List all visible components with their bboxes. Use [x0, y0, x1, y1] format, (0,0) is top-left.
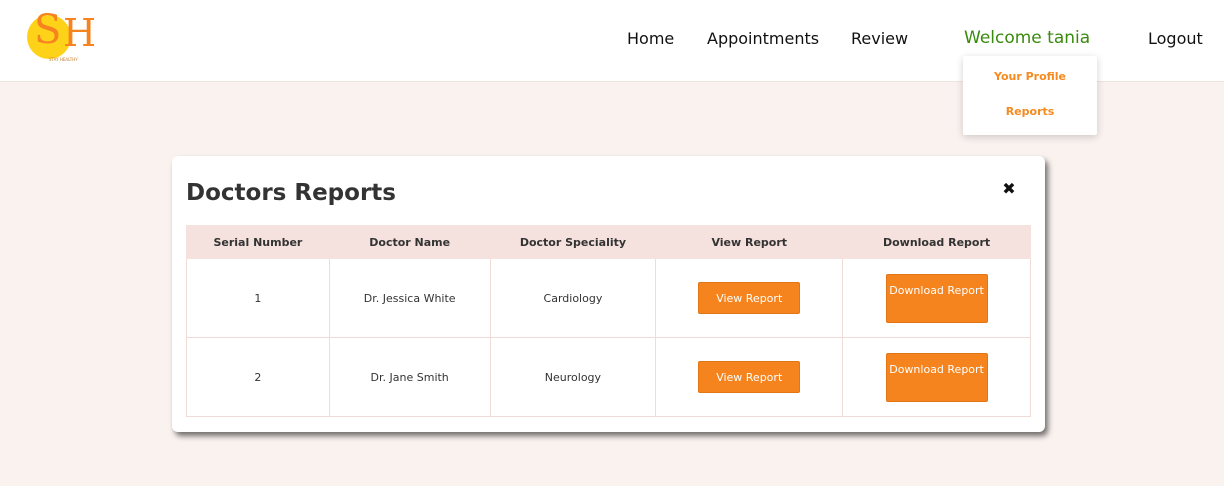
table-header-row: Serial Number Doctor Name Doctor Special… [186, 225, 1031, 259]
reports-table: Serial Number Doctor Name Doctor Special… [186, 225, 1031, 417]
logo-letter-s: S [34, 7, 62, 53]
nav-review[interactable]: Review [851, 29, 908, 49]
modal-title: Doctors Reports [186, 180, 396, 206]
close-icon[interactable]: ✖ [1000, 180, 1018, 198]
logo[interactable]: S H STAY HEALTHY [27, 7, 96, 65]
download-report-button[interactable]: Download Report [885, 273, 988, 323]
dropdown-your-profile[interactable]: Your Profile [963, 70, 1097, 84]
cell-serial: 1 [186, 258, 330, 338]
cell-download: Download Report [842, 337, 1031, 417]
cell-doctor-name: Dr. Jane Smith [328, 337, 491, 417]
cell-view: View Report [655, 337, 844, 417]
cell-serial: 2 [186, 337, 330, 417]
column-header-view-report: View Report [655, 225, 844, 259]
profile-dropdown: Your Profile Reports [963, 56, 1097, 135]
nav-logout[interactable]: Logout [1148, 29, 1203, 49]
column-header-serial: Serial Number [186, 225, 330, 259]
download-report-button[interactable]: Download Report [885, 352, 988, 402]
cell-view: View Report [655, 258, 844, 338]
table-row: 2 Dr. Jane Smith Neurology View Report D… [186, 337, 1031, 417]
reports-modal: Doctors Reports ✖ Serial Number Doctor N… [172, 156, 1045, 432]
nav-home[interactable]: Home [627, 29, 674, 49]
column-header-speciality: Doctor Speciality [489, 225, 657, 259]
view-report-button[interactable]: View Report [698, 361, 801, 393]
nav-welcome-user[interactable]: Welcome tania [964, 28, 1090, 48]
dropdown-reports[interactable]: Reports [963, 105, 1097, 119]
logo-tagline: STAY HEALTHY [49, 57, 78, 62]
cell-doctor-name: Dr. Jessica White [328, 258, 491, 338]
view-report-button[interactable]: View Report [698, 282, 801, 314]
logo-letter-h: H [63, 11, 97, 55]
cell-speciality: Neurology [489, 337, 657, 417]
column-header-doctor-name: Doctor Name [328, 225, 491, 259]
column-header-download-report: Download Report [842, 225, 1031, 259]
table-row: 1 Dr. Jessica White Cardiology View Repo… [186, 258, 1031, 338]
nav-appointments[interactable]: Appointments [707, 29, 819, 49]
cell-download: Download Report [842, 258, 1031, 338]
cell-speciality: Cardiology [489, 258, 657, 338]
